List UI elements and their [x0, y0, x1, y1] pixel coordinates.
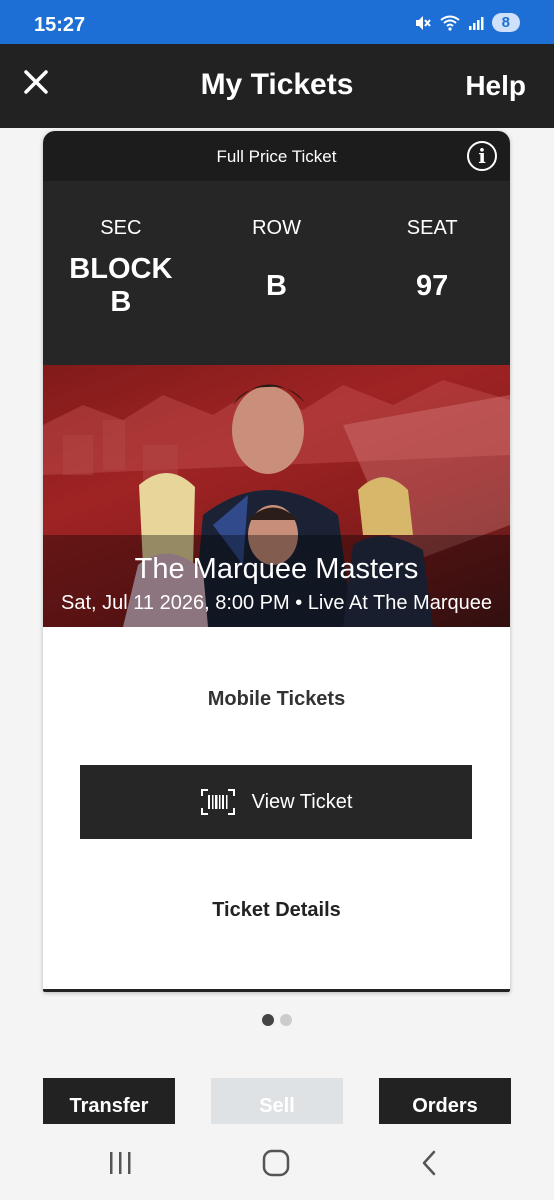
wifi-icon: [440, 15, 460, 31]
app-header: My Tickets Help: [0, 44, 554, 128]
row-label: ROW: [252, 217, 301, 239]
view-ticket-label: View Ticket: [251, 790, 353, 813]
recent-apps-icon[interactable]: [100, 1148, 140, 1178]
seat-label: SEAT: [406, 217, 458, 239]
page-dot-2[interactable]: [280, 1014, 292, 1026]
mute-icon: [415, 15, 431, 30]
event-name: The Marquee Masters: [134, 553, 419, 585]
transfer-button[interactable]: Transfer: [43, 1078, 175, 1130]
page-dot-1[interactable]: [262, 1014, 274, 1026]
barcode-icon: [200, 789, 235, 815]
mobile-tickets-heading: Mobile Tickets: [207, 688, 346, 710]
system-nav-bar: [0, 1124, 554, 1200]
signal-icon: [468, 16, 484, 30]
seat-seat-col: SEAT 97: [354, 181, 510, 365]
ticket-details-link[interactable]: Ticket Details: [43, 899, 510, 922]
sec-value-line1: BLOCK: [69, 253, 173, 285]
row-value: B: [266, 269, 287, 302]
event-meta: Sat, Jul 11 2026, 8:00 PM • Live At The …: [61, 592, 492, 614]
seat-info: SEC BLOCK B ROW B SEAT 97: [43, 181, 510, 365]
seat-row-col: ROW B: [199, 181, 355, 365]
help-link[interactable]: Help: [465, 70, 526, 102]
sell-button[interactable]: Sell: [211, 1078, 343, 1130]
ticket-type-label: Full Price Ticket: [216, 147, 337, 166]
event-info: The Marquee Masters Sat, Jul 11 2026, 8:…: [43, 552, 510, 615]
status-time: 15:27: [34, 14, 86, 36]
seat-section: SEC BLOCK B: [43, 181, 199, 365]
back-icon[interactable]: [410, 1148, 450, 1178]
view-ticket-button[interactable]: View Ticket: [80, 765, 472, 839]
page-indicator: [0, 1014, 554, 1026]
ticket-type-bar: Full Price Ticket i: [43, 131, 510, 181]
orders-button[interactable]: Orders: [379, 1078, 511, 1130]
status-bar: 15:27 8: [0, 0, 554, 44]
status-icons: 8: [414, 13, 520, 32]
sec-label: SEC: [100, 217, 142, 239]
sec-value: BLOCK B: [43, 253, 199, 319]
ticket-card: Full Price Ticket i SEC BLOCK B ROW B SE…: [43, 131, 510, 992]
info-icon[interactable]: i: [467, 141, 497, 171]
event-banner: The Marquee Masters Sat, Jul 11 2026, 8:…: [43, 365, 510, 627]
home-icon[interactable]: [256, 1148, 296, 1178]
battery-indicator: 8: [491, 13, 520, 32]
sec-value-line2: B: [110, 286, 132, 318]
seat-value: 97: [416, 269, 449, 302]
